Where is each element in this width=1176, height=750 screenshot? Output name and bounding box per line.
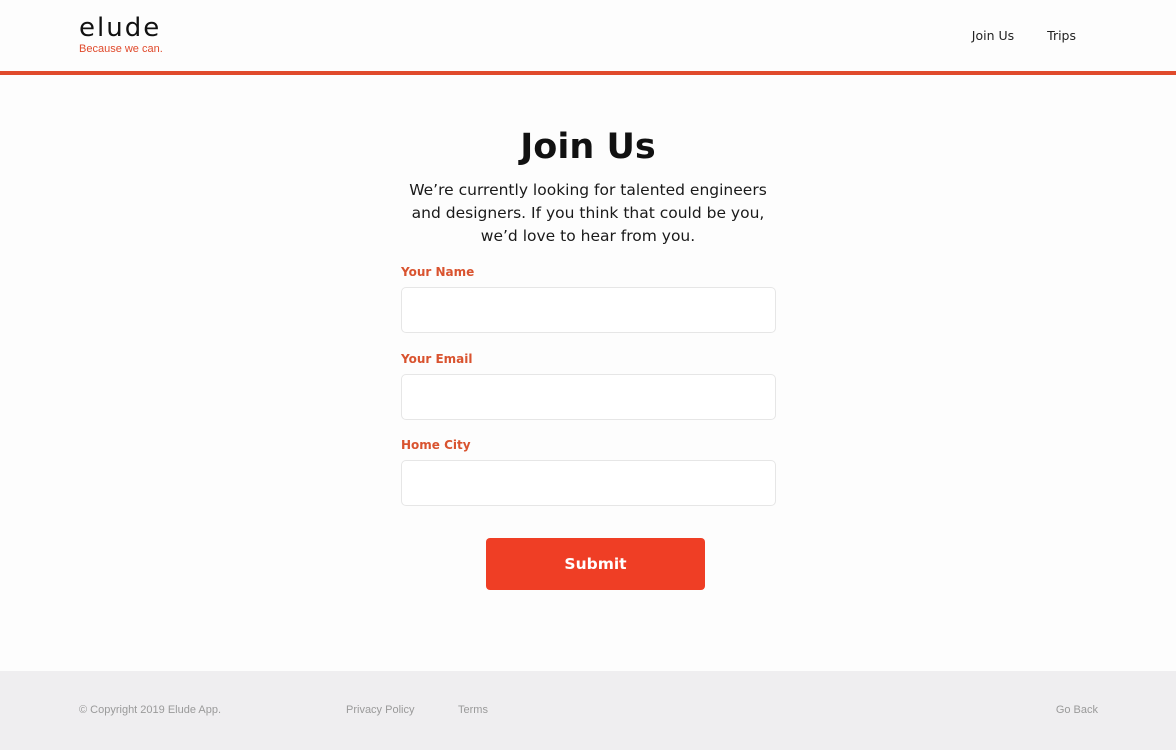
email-input[interactable]	[401, 374, 776, 420]
email-field-label: Your Email	[401, 352, 473, 366]
city-field-label: Home City	[401, 438, 471, 452]
name-field-label: Your Name	[401, 265, 475, 279]
main-content: Join Us We’re currently looking for tale…	[0, 75, 1176, 671]
name-input[interactable]	[401, 287, 776, 333]
logo-wordmark[interactable]: elude	[79, 14, 163, 42]
submit-button[interactable]: Submit	[486, 538, 705, 590]
logo-tagline: Because we can.	[79, 43, 163, 55]
page-title: Join Us	[520, 127, 656, 167]
email-field-group: Your Email	[401, 352, 776, 420]
city-input[interactable]	[401, 460, 776, 506]
nav-link-trips[interactable]: Trips	[1047, 28, 1076, 43]
privacy-policy-link[interactable]: Privacy Policy	[346, 704, 414, 717]
page: elude Because we can. Join Us Trips Join…	[0, 0, 1176, 750]
name-field-group: Your Name	[401, 265, 776, 333]
intro-text: We’re currently looking for talented eng…	[409, 181, 767, 245]
main-nav: Join Us Trips	[972, 28, 1076, 43]
nav-link-join-us[interactable]: Join Us	[972, 28, 1014, 43]
site-footer: © Copyright 2019 Elude App. Privacy Poli…	[0, 671, 1176, 750]
copyright-text: © Copyright 2019 Elude App.	[79, 704, 222, 716]
site-header: elude Because we can. Join Us Trips	[0, 0, 1176, 75]
logo[interactable]: elude Because we can.	[79, 14, 163, 55]
city-field-group: Home City	[401, 438, 776, 506]
go-back-link[interactable]: Go Back	[1056, 704, 1098, 717]
terms-link[interactable]: Terms	[458, 704, 488, 717]
